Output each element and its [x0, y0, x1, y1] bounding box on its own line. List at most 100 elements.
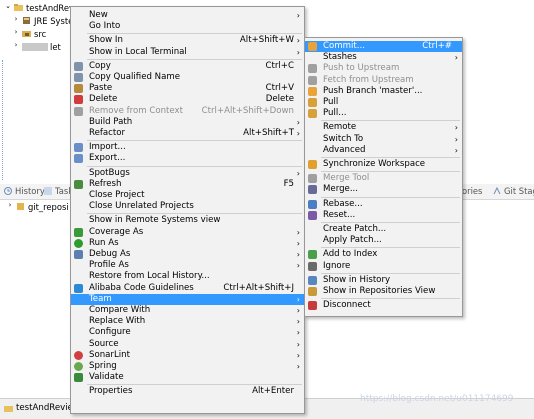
menu-item-team[interactable]: Team ›	[71, 293, 304, 305]
menu-item-show-in-remote-systems-view[interactable]: Show in Remote Systems view	[71, 215, 304, 226]
menu-item-reset[interactable]: Reset...	[305, 210, 462, 221]
merge-icon	[308, 185, 317, 195]
menu-item-refresh[interactable]: Refresh F5	[71, 179, 304, 190]
menu-item-create-patch[interactable]: Create Patch...	[305, 224, 462, 235]
menu-item-alibaba-code-guidelines[interactable]: Alibaba Code Guidelines Ctrl+Alt+Shift+J	[71, 283, 304, 294]
expand-icon[interactable]: ›	[12, 41, 20, 49]
menu-item-show-in-repositories-view[interactable]: Show in Repositories View	[305, 286, 462, 297]
submenu-arrow-icon: ›	[296, 317, 300, 327]
menu-separator	[321, 272, 460, 274]
project-folder-icon	[14, 4, 23, 11]
menu-item-go-into[interactable]: Go Into	[71, 21, 304, 32]
alibaba-icon	[74, 283, 83, 293]
expand-icon[interactable]: ›	[6, 201, 14, 209]
import-icon	[74, 143, 83, 153]
expand-icon[interactable]: ›	[12, 15, 20, 23]
menu-item-switch-to[interactable]: Switch To ›	[305, 134, 462, 145]
menu-item-properties[interactable]: Properties Alt+Enter	[71, 386, 304, 397]
menu-item-label: Rebase...	[323, 198, 363, 209]
menu-item-rebase[interactable]: Rebase...	[305, 199, 462, 210]
menu-item-sonarlint[interactable]: SonarLint ›	[71, 350, 304, 361]
menu-item-close-project[interactable]: Close Project	[71, 190, 304, 201]
menu-item-shortcut: Ctrl+#	[422, 41, 452, 51]
menu-item-label: Merge...	[323, 184, 359, 195]
push-icon	[308, 64, 317, 74]
menu-item-remote[interactable]: Remote ›	[305, 122, 462, 133]
menu-item-coverage-as[interactable]: Coverage As ›	[71, 227, 304, 238]
menu-separator	[87, 165, 302, 167]
fetch-icon	[308, 75, 317, 85]
menu-item-ignore[interactable]: Ignore	[305, 261, 462, 272]
menu-item-show-in-local-terminal[interactable]: Show in Local Terminal ›	[71, 47, 304, 58]
commit-icon	[308, 42, 317, 51]
menu-separator	[321, 247, 460, 249]
menu-item-label: Paste	[89, 83, 113, 94]
menu-item-apply-patch[interactable]: Apply Patch...	[305, 235, 462, 246]
menu-item-pull[interactable]: Pull...	[305, 108, 462, 119]
menu-item-profile-as[interactable]: Profile As ›	[71, 260, 304, 271]
menu-item-label: Disconnect	[323, 300, 371, 311]
menu-item-restore-from-local-history[interactable]: Restore from Local History...	[71, 271, 304, 282]
menu-item-advanced[interactable]: Advanced ›	[305, 145, 462, 156]
menu-item-synchronize-workspace[interactable]: Synchronize Workspace	[305, 159, 462, 170]
menu-item-show-in[interactable]: Show In Alt+Shift+W ›	[71, 35, 304, 46]
menu-item-refactor[interactable]: Refactor Alt+Shift+T ›	[71, 128, 304, 139]
menu-item-label: Apply Patch...	[323, 235, 382, 246]
menu-item-spring[interactable]: Spring ›	[71, 361, 304, 372]
menu-item-label: Debug As	[89, 249, 131, 259]
menu-item-new[interactable]: New ›	[71, 10, 304, 21]
menu-item-push-branch-master[interactable]: Push Branch 'master'...	[305, 86, 462, 97]
menu-item-spotbugs[interactable]: SpotBugs ›	[71, 168, 304, 179]
menu-item-source[interactable]: Source ›	[71, 339, 304, 350]
refresh-icon	[74, 179, 83, 189]
menu-item-close-unrelated-projects[interactable]: Close Unrelated Projects	[71, 201, 304, 212]
menu-item-pull[interactable]: Pull	[305, 97, 462, 108]
copy-icon	[74, 61, 83, 71]
menu-item-validate[interactable]: Validate	[71, 372, 304, 383]
submenu-arrow-icon: ›	[296, 117, 300, 127]
menu-item-commit[interactable]: Commit... Ctrl+#	[305, 41, 462, 52]
submenu-arrow-icon: ›	[296, 238, 300, 248]
menu-item-show-in-history[interactable]: Show in History	[305, 275, 462, 286]
menu-item-disconnect[interactable]: Disconnect	[305, 300, 462, 311]
menu-item-add-to-index[interactable]: Add to Index	[305, 249, 462, 260]
menu-separator	[87, 213, 302, 215]
menu-item-delete[interactable]: Delete Delete	[71, 94, 304, 105]
menu-item-import[interactable]: Import...	[71, 142, 304, 153]
remove-context-icon	[74, 106, 83, 116]
menu-item-run-as[interactable]: Run As ›	[71, 238, 304, 249]
menu-item-copy[interactable]: Copy Ctrl+C	[71, 61, 304, 72]
paste-icon	[74, 84, 83, 94]
menu-item-build-path[interactable]: Build Path ›	[71, 117, 304, 128]
menu-item-copy-qualified-name[interactable]: Copy Qualified Name	[71, 72, 304, 83]
menu-item-label: Synchronize Workspace	[323, 159, 426, 169]
submenu-arrow-icon: ›	[296, 339, 300, 349]
menu-item-debug-as[interactable]: Debug As ›	[71, 249, 304, 260]
project-name: testAndRev	[26, 3, 74, 13]
menu-item-stashes[interactable]: Stashes ›	[305, 52, 462, 63]
menu-item-configure[interactable]: Configure ›	[71, 327, 304, 338]
ignore-icon	[308, 261, 317, 271]
export-icon	[74, 154, 83, 164]
submenu-arrow-icon: ›	[296, 129, 300, 138]
menu-item-compare-with[interactable]: Compare With ›	[71, 305, 304, 316]
menu-separator	[321, 120, 460, 122]
menu-item-paste[interactable]: Paste Ctrl+V	[71, 83, 304, 94]
menu-item-label: SpotBugs	[89, 167, 130, 178]
menu-item-shortcut: Alt+Shift+W	[239, 35, 294, 46]
add-index-icon	[308, 250, 317, 260]
pull-icon	[308, 98, 317, 107]
submenu-arrow-icon: ›	[454, 134, 458, 144]
menu-item-label: Show in Remote Systems view	[89, 215, 221, 226]
history-icon	[4, 187, 12, 195]
menu-item-label: Refresh	[89, 178, 122, 189]
menu-item-export[interactable]: Export...	[71, 153, 304, 164]
submenu-arrow-icon: ›	[454, 123, 458, 133]
expand-icon[interactable]: ›	[12, 28, 20, 36]
git-staging-icon	[493, 187, 501, 195]
menu-item-merge[interactable]: Merge...	[305, 184, 462, 195]
collapse-icon[interactable]: ⌄	[4, 2, 12, 10]
menu-item-label: Push to Upstream	[323, 63, 400, 74]
menu-item-replace-with[interactable]: Replace With ›	[71, 316, 304, 327]
menu-item-shortcut: Ctrl+V	[265, 83, 294, 94]
